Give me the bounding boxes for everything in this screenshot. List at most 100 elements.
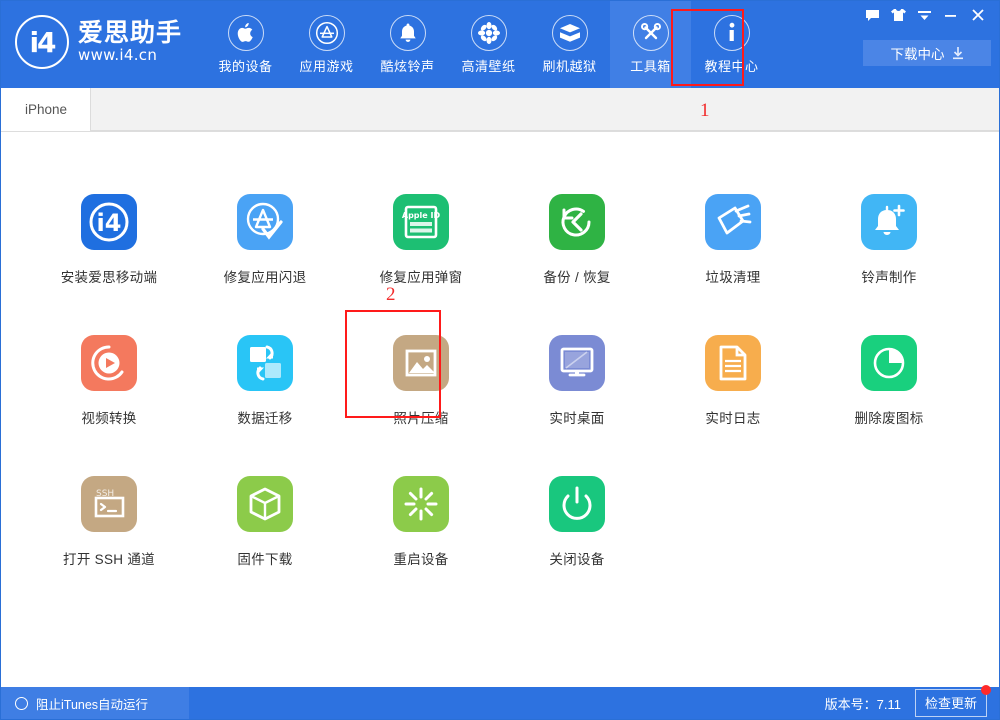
tool-item-6[interactable]: 铃声制作: [811, 172, 967, 313]
tool-item-label: 垃圾清理: [705, 266, 760, 286]
nav-item-5[interactable]: 刷机越狱: [529, 1, 610, 88]
nav-item-6[interactable]: 工具箱: [610, 1, 691, 88]
tool-item-label: 打开 SSH 通道: [63, 548, 155, 568]
svg-text:Apple ID: Apple ID: [402, 211, 441, 220]
block-itunes-label: 阻止iTunes自动运行: [36, 694, 148, 713]
window-controls: [859, 4, 993, 26]
tool-item-4[interactable]: 备份 / 恢复: [499, 172, 655, 313]
svg-text:i4: i4: [97, 209, 122, 237]
block-itunes-toggle[interactable]: 阻止iTunes自动运行: [1, 687, 189, 719]
tool-item-label: 数据迁移: [237, 407, 292, 427]
tool-item-label: 删除废图标: [855, 407, 924, 427]
menu-icon[interactable]: [911, 4, 937, 26]
tool-item-label: 照片压缩: [393, 407, 448, 427]
tool-item-10[interactable]: 实时桌面: [499, 313, 655, 454]
tab-iphone-label: iPhone: [25, 102, 67, 117]
tool-item-label: 重启设备: [393, 548, 448, 568]
tool-item-9[interactable]: 照片压缩: [343, 313, 499, 454]
minimize-icon[interactable]: [937, 4, 963, 26]
tool-item-14[interactable]: 固件下载: [187, 454, 343, 595]
nav-item-label: 应用游戏: [299, 56, 353, 75]
transfer-icon: [237, 335, 293, 391]
brand-url: www.i4.cn: [78, 46, 182, 64]
open-box-icon: [552, 15, 588, 51]
monitor-icon: [549, 335, 605, 391]
tool-item-label: 关闭设备: [549, 548, 604, 568]
nav-item-label: 我的设备: [218, 56, 272, 75]
i4-logo-icon: i4: [15, 15, 69, 69]
i4-assistant-window: i4 爱思助手 www.i4.cn 我的设备 应用游戏 酷炫铃声 高清壁纸 刷机越狱 工具…: [0, 0, 1000, 720]
photo-icon: [393, 335, 449, 391]
tool-item-15[interactable]: 重启设备: [343, 454, 499, 595]
restore-arrow-icon: [549, 194, 605, 250]
bell-plus-icon: [861, 194, 917, 250]
tool-item-3[interactable]: Apple ID 修复应用弹窗: [343, 172, 499, 313]
nav-item-4[interactable]: 高清壁纸: [448, 1, 529, 88]
download-center-button[interactable]: 下载中心: [863, 40, 991, 66]
flower-icon: [471, 15, 507, 51]
power-icon: [549, 476, 605, 532]
download-icon: [952, 47, 964, 60]
nav-item-label: 刷机越狱: [542, 56, 596, 75]
nav-item-label: 工具箱: [630, 56, 671, 75]
annotation-number-1: 1: [700, 100, 710, 122]
status-bar: 阻止iTunes自动运行 版本号：7.11 检查更新: [1, 687, 999, 719]
tool-item-5[interactable]: 垃圾清理: [655, 172, 811, 313]
tool-item-label: 实时桌面: [549, 407, 604, 427]
nav-item-label: 教程中心: [704, 56, 758, 75]
nav-item-3[interactable]: 酷炫铃声: [367, 1, 448, 88]
version-label: 版本号：7.11: [825, 694, 901, 713]
cube-icon: [237, 476, 293, 532]
tool-item-1[interactable]: i4 安装爱思移动端: [31, 172, 187, 313]
tool-item-12[interactable]: 删除废图标: [811, 313, 967, 454]
bell-icon: [390, 15, 426, 51]
close-icon[interactable]: [963, 4, 993, 26]
tool-item-13[interactable]: SSH 打开 SSH 通道: [31, 454, 187, 595]
update-available-dot: [981, 685, 991, 695]
feedback-icon[interactable]: [859, 4, 885, 26]
appstore-icon: [309, 15, 345, 51]
tool-item-label: 铃声制作: [861, 266, 916, 286]
check-update-button[interactable]: 检查更新: [915, 689, 987, 717]
nav-item-label: 高清壁纸: [461, 56, 515, 75]
toolbox-panel: i4 安装爱思移动端 修复应用闪退 Apple ID 修复应用弹窗 备份 / 恢复 垃圾清理…: [1, 132, 999, 688]
tab-iphone[interactable]: iPhone: [2, 88, 90, 131]
tool-item-label: 视频转换: [81, 407, 136, 427]
toolbox-grid: i4 安装爱思移动端 修复应用闪退 Apple ID 修复应用弹窗 备份 / 恢复 垃圾清理…: [31, 172, 971, 595]
tool-item-label: 实时日志: [705, 407, 760, 427]
nav-item-label: 酷炫铃声: [380, 56, 434, 75]
tool-item-11[interactable]: 实时日志: [655, 313, 811, 454]
play-circle-icon: [81, 335, 137, 391]
nav-item-7[interactable]: 教程中心: [691, 1, 772, 88]
radio-icon: [15, 697, 28, 710]
apple-id-card-icon: Apple ID: [393, 194, 449, 250]
check-update-label: 检查更新: [925, 696, 977, 711]
restart-rays-icon: [393, 476, 449, 532]
nav-item-1[interactable]: 我的设备: [205, 1, 286, 88]
brand-logo: i4 爱思助手 www.i4.cn: [15, 15, 182, 69]
apple-icon: [228, 15, 264, 51]
brand-name: 爱思助手: [78, 20, 182, 46]
device-tabstrip: iPhone: [1, 88, 999, 132]
document-lines-icon: [705, 335, 761, 391]
ssh-terminal-icon: SSH: [81, 476, 137, 532]
tool-item-label: 安装爱思移动端: [61, 266, 158, 286]
nav-item-2[interactable]: 应用游戏: [286, 1, 367, 88]
i4-app-icon: i4: [81, 194, 137, 250]
tool-item-7[interactable]: 视频转换: [31, 313, 187, 454]
app-header: i4 爱思助手 www.i4.cn 我的设备 应用游戏 酷炫铃声 高清壁纸 刷机越狱 工具…: [1, 1, 999, 88]
appstore-check-icon: [237, 194, 293, 250]
tool-item-label: 修复应用弹窗: [380, 266, 463, 286]
tabstrip-filler: [90, 88, 999, 131]
tool-item-8[interactable]: 数据迁移: [187, 313, 343, 454]
skin-icon[interactable]: [885, 4, 911, 26]
tool-item-16[interactable]: 关闭设备: [499, 454, 655, 595]
download-center-label: 下载中心: [891, 43, 945, 63]
info-icon: [714, 15, 750, 51]
logo-mark-text: i4: [29, 26, 54, 59]
broom-icon: [705, 194, 761, 250]
tool-item-2[interactable]: 修复应用闪退: [187, 172, 343, 313]
tool-item-label: 修复应用闪退: [224, 266, 307, 286]
pie-circle-icon: [861, 335, 917, 391]
tool-item-label: 备份 / 恢复: [543, 266, 610, 286]
